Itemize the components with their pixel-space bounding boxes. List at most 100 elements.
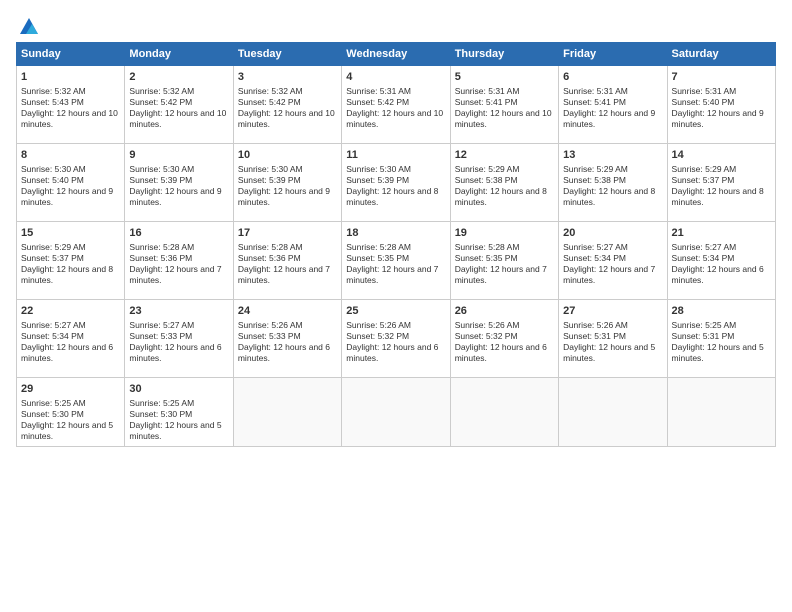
calendar-cell: 19Sunrise: 5:28 AMSunset: 5:35 PMDayligh… bbox=[450, 222, 558, 300]
col-header-saturday: Saturday bbox=[667, 43, 775, 66]
day-info: Sunrise: 5:30 AMSunset: 5:40 PMDaylight:… bbox=[21, 164, 120, 208]
calendar-cell: 5Sunrise: 5:31 AMSunset: 5:41 PMDaylight… bbox=[450, 66, 558, 144]
calendar-cell: 17Sunrise: 5:28 AMSunset: 5:36 PMDayligh… bbox=[233, 222, 341, 300]
calendar-cell bbox=[559, 378, 667, 447]
calendar-cell: 3Sunrise: 5:32 AMSunset: 5:42 PMDaylight… bbox=[233, 66, 341, 144]
calendar-week-4: 22Sunrise: 5:27 AMSunset: 5:34 PMDayligh… bbox=[17, 300, 776, 378]
day-info: Sunrise: 5:27 AMSunset: 5:34 PMDaylight:… bbox=[563, 242, 662, 286]
day-number: 13 bbox=[563, 148, 662, 163]
calendar-cell: 8Sunrise: 5:30 AMSunset: 5:40 PMDaylight… bbox=[17, 144, 125, 222]
day-info: Sunrise: 5:25 AMSunset: 5:31 PMDaylight:… bbox=[672, 320, 771, 364]
calendar-cell bbox=[667, 378, 775, 447]
calendar-cell: 4Sunrise: 5:31 AMSunset: 5:42 PMDaylight… bbox=[342, 66, 450, 144]
calendar-page: SundayMondayTuesdayWednesdayThursdayFrid… bbox=[0, 0, 792, 612]
day-number: 16 bbox=[129, 226, 228, 241]
day-number: 22 bbox=[21, 304, 120, 319]
day-number: 3 bbox=[238, 70, 337, 85]
day-number: 11 bbox=[346, 148, 445, 163]
calendar-cell: 7Sunrise: 5:31 AMSunset: 5:40 PMDaylight… bbox=[667, 66, 775, 144]
calendar-cell: 28Sunrise: 5:25 AMSunset: 5:31 PMDayligh… bbox=[667, 300, 775, 378]
calendar-cell: 29Sunrise: 5:25 AMSunset: 5:30 PMDayligh… bbox=[17, 378, 125, 447]
col-header-sunday: Sunday bbox=[17, 43, 125, 66]
calendar-week-3: 15Sunrise: 5:29 AMSunset: 5:37 PMDayligh… bbox=[17, 222, 776, 300]
logo-icon bbox=[18, 16, 40, 38]
day-info: Sunrise: 5:25 AMSunset: 5:30 PMDaylight:… bbox=[129, 398, 228, 442]
calendar-cell: 21Sunrise: 5:27 AMSunset: 5:34 PMDayligh… bbox=[667, 222, 775, 300]
day-number: 1 bbox=[21, 70, 120, 85]
day-number: 20 bbox=[563, 226, 662, 241]
day-info: Sunrise: 5:31 AMSunset: 5:41 PMDaylight:… bbox=[455, 86, 554, 130]
day-info: Sunrise: 5:30 AMSunset: 5:39 PMDaylight:… bbox=[238, 164, 337, 208]
calendar-week-5: 29Sunrise: 5:25 AMSunset: 5:30 PMDayligh… bbox=[17, 378, 776, 447]
day-number: 8 bbox=[21, 148, 120, 163]
day-info: Sunrise: 5:27 AMSunset: 5:34 PMDaylight:… bbox=[672, 242, 771, 286]
calendar-table: SundayMondayTuesdayWednesdayThursdayFrid… bbox=[16, 42, 776, 447]
calendar-cell: 26Sunrise: 5:26 AMSunset: 5:32 PMDayligh… bbox=[450, 300, 558, 378]
calendar-cell: 11Sunrise: 5:30 AMSunset: 5:39 PMDayligh… bbox=[342, 144, 450, 222]
day-info: Sunrise: 5:27 AMSunset: 5:34 PMDaylight:… bbox=[21, 320, 120, 364]
calendar-week-1: 1Sunrise: 5:32 AMSunset: 5:43 PMDaylight… bbox=[17, 66, 776, 144]
day-info: Sunrise: 5:29 AMSunset: 5:38 PMDaylight:… bbox=[563, 164, 662, 208]
col-header-wednesday: Wednesday bbox=[342, 43, 450, 66]
logo bbox=[16, 16, 40, 34]
day-number: 29 bbox=[21, 382, 120, 397]
calendar-cell: 2Sunrise: 5:32 AMSunset: 5:42 PMDaylight… bbox=[125, 66, 233, 144]
day-info: Sunrise: 5:32 AMSunset: 5:42 PMDaylight:… bbox=[129, 86, 228, 130]
calendar-cell: 13Sunrise: 5:29 AMSunset: 5:38 PMDayligh… bbox=[559, 144, 667, 222]
day-number: 17 bbox=[238, 226, 337, 241]
col-header-tuesday: Tuesday bbox=[233, 43, 341, 66]
col-header-monday: Monday bbox=[125, 43, 233, 66]
day-info: Sunrise: 5:28 AMSunset: 5:36 PMDaylight:… bbox=[238, 242, 337, 286]
day-info: Sunrise: 5:32 AMSunset: 5:42 PMDaylight:… bbox=[238, 86, 337, 130]
day-info: Sunrise: 5:26 AMSunset: 5:33 PMDaylight:… bbox=[238, 320, 337, 364]
calendar-cell: 9Sunrise: 5:30 AMSunset: 5:39 PMDaylight… bbox=[125, 144, 233, 222]
calendar-cell: 20Sunrise: 5:27 AMSunset: 5:34 PMDayligh… bbox=[559, 222, 667, 300]
day-number: 6 bbox=[563, 70, 662, 85]
day-number: 19 bbox=[455, 226, 554, 241]
day-info: Sunrise: 5:31 AMSunset: 5:42 PMDaylight:… bbox=[346, 86, 445, 130]
col-header-thursday: Thursday bbox=[450, 43, 558, 66]
day-number: 5 bbox=[455, 70, 554, 85]
day-info: Sunrise: 5:26 AMSunset: 5:31 PMDaylight:… bbox=[563, 320, 662, 364]
day-number: 2 bbox=[129, 70, 228, 85]
calendar-cell: 1Sunrise: 5:32 AMSunset: 5:43 PMDaylight… bbox=[17, 66, 125, 144]
day-number: 21 bbox=[672, 226, 771, 241]
day-info: Sunrise: 5:28 AMSunset: 5:35 PMDaylight:… bbox=[346, 242, 445, 286]
calendar-cell: 25Sunrise: 5:26 AMSunset: 5:32 PMDayligh… bbox=[342, 300, 450, 378]
day-info: Sunrise: 5:30 AMSunset: 5:39 PMDaylight:… bbox=[129, 164, 228, 208]
day-info: Sunrise: 5:32 AMSunset: 5:43 PMDaylight:… bbox=[21, 86, 120, 130]
day-number: 18 bbox=[346, 226, 445, 241]
calendar-cell: 18Sunrise: 5:28 AMSunset: 5:35 PMDayligh… bbox=[342, 222, 450, 300]
day-number: 23 bbox=[129, 304, 228, 319]
calendar-cell: 12Sunrise: 5:29 AMSunset: 5:38 PMDayligh… bbox=[450, 144, 558, 222]
day-info: Sunrise: 5:29 AMSunset: 5:38 PMDaylight:… bbox=[455, 164, 554, 208]
day-number: 28 bbox=[672, 304, 771, 319]
day-number: 30 bbox=[129, 382, 228, 397]
calendar-cell: 16Sunrise: 5:28 AMSunset: 5:36 PMDayligh… bbox=[125, 222, 233, 300]
calendar-cell bbox=[233, 378, 341, 447]
day-info: Sunrise: 5:26 AMSunset: 5:32 PMDaylight:… bbox=[346, 320, 445, 364]
day-info: Sunrise: 5:29 AMSunset: 5:37 PMDaylight:… bbox=[672, 164, 771, 208]
day-number: 25 bbox=[346, 304, 445, 319]
day-number: 10 bbox=[238, 148, 337, 163]
header bbox=[16, 16, 776, 34]
day-info: Sunrise: 5:29 AMSunset: 5:37 PMDaylight:… bbox=[21, 242, 120, 286]
day-number: 27 bbox=[563, 304, 662, 319]
calendar-cell: 30Sunrise: 5:25 AMSunset: 5:30 PMDayligh… bbox=[125, 378, 233, 447]
calendar-cell: 14Sunrise: 5:29 AMSunset: 5:37 PMDayligh… bbox=[667, 144, 775, 222]
day-info: Sunrise: 5:27 AMSunset: 5:33 PMDaylight:… bbox=[129, 320, 228, 364]
calendar-header-row: SundayMondayTuesdayWednesdayThursdayFrid… bbox=[17, 43, 776, 66]
day-number: 9 bbox=[129, 148, 228, 163]
day-number: 26 bbox=[455, 304, 554, 319]
calendar-cell bbox=[450, 378, 558, 447]
day-number: 12 bbox=[455, 148, 554, 163]
calendar-body: 1Sunrise: 5:32 AMSunset: 5:43 PMDaylight… bbox=[17, 66, 776, 447]
calendar-cell: 27Sunrise: 5:26 AMSunset: 5:31 PMDayligh… bbox=[559, 300, 667, 378]
day-info: Sunrise: 5:28 AMSunset: 5:36 PMDaylight:… bbox=[129, 242, 228, 286]
calendar-cell: 6Sunrise: 5:31 AMSunset: 5:41 PMDaylight… bbox=[559, 66, 667, 144]
day-info: Sunrise: 5:28 AMSunset: 5:35 PMDaylight:… bbox=[455, 242, 554, 286]
calendar-cell: 23Sunrise: 5:27 AMSunset: 5:33 PMDayligh… bbox=[125, 300, 233, 378]
calendar-cell: 22Sunrise: 5:27 AMSunset: 5:34 PMDayligh… bbox=[17, 300, 125, 378]
calendar-cell: 10Sunrise: 5:30 AMSunset: 5:39 PMDayligh… bbox=[233, 144, 341, 222]
day-info: Sunrise: 5:25 AMSunset: 5:30 PMDaylight:… bbox=[21, 398, 120, 442]
